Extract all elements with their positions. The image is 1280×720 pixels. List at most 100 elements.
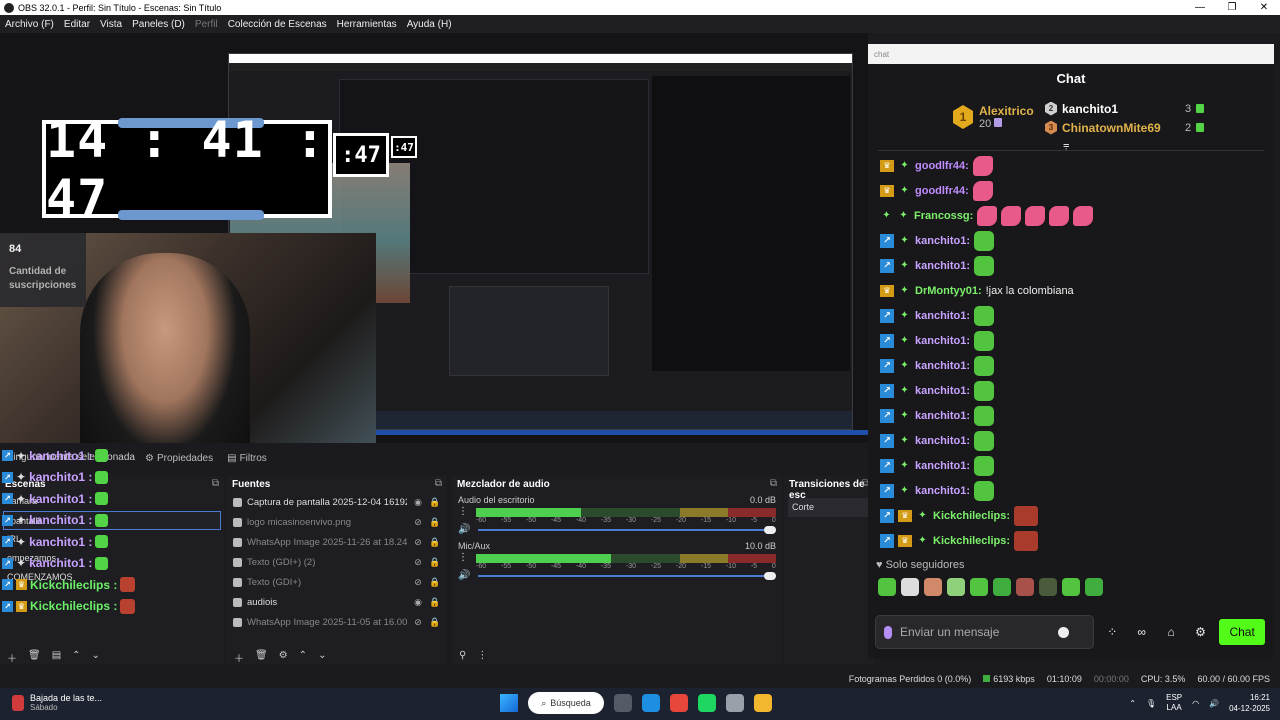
maximize-button[interactable]: ❐ [1216, 0, 1248, 15]
chrome-icon[interactable] [670, 694, 688, 712]
minimize-button[interactable]: — [1184, 0, 1216, 15]
source-item[interactable]: Captura de pantalla 2025-12-04 161927 ◉ 🔒 [227, 492, 447, 512]
emoji-icon[interactable] [1058, 626, 1069, 638]
chat-username[interactable]: kanchito1: [915, 335, 970, 347]
chat-username[interactable]: Francossg: [914, 210, 973, 222]
emote-picker-icon[interactable] [878, 578, 896, 596]
chat-username[interactable]: Kickchileclips: [933, 535, 1010, 547]
speaker-icon[interactable]: 🔊 [458, 570, 470, 581]
chat-username[interactable]: kanchito1: [915, 235, 970, 247]
eye-off-icon[interactable]: ⊘ [412, 577, 424, 588]
source-item[interactable]: logo micasinoenvivo.png ⊘ 🔒 [227, 512, 447, 532]
taskbar-search[interactable]: ⌕ Búsqueda [528, 692, 604, 714]
emote-picker-icon[interactable] [901, 578, 919, 596]
volume-slider[interactable] [478, 571, 776, 581]
slider-knob[interactable] [764, 571, 776, 580]
chevron-up-icon[interactable]: ⌃ [1129, 699, 1136, 708]
lock-icon[interactable]: 🔒 [429, 557, 441, 568]
obs-taskbar-icon[interactable] [726, 694, 744, 712]
menu-docks[interactable]: Paneles (D) [132, 19, 185, 30]
close-button[interactable]: ✕ [1248, 0, 1280, 15]
source-item[interactable]: WhatsApp Image 2025-11-05 at 16.00.3 ⊘ 🔒 [227, 612, 447, 632]
chat-username[interactable]: kanchito1: [915, 310, 970, 322]
emote-picker-icon[interactable] [947, 578, 965, 596]
more-icon[interactable]: ⋮ [458, 506, 468, 517]
eye-off-icon[interactable]: ⊘ [412, 517, 424, 528]
eye-off-icon[interactable]: ⊘ [412, 617, 424, 628]
chat-username[interactable]: goodlfr44: [915, 185, 969, 197]
eye-off-icon[interactable]: ⊘ [412, 537, 424, 548]
more-icon[interactable]: ⋮ [458, 552, 468, 563]
add-icon[interactable]: ＋ [7, 650, 17, 665]
task-view-icon[interactable] [614, 694, 632, 712]
eye-off-icon[interactable]: ⊘ [412, 557, 424, 568]
source-item[interactable]: Texto (GDI+) (2) ⊘ 🔒 [227, 552, 447, 572]
infinity-icon[interactable]: ∞ [1131, 625, 1152, 639]
menu-help[interactable]: Ayuda (H) [407, 19, 452, 30]
move-down-icon[interactable]: ⌄ [318, 650, 326, 662]
microphone-icon[interactable] [884, 625, 892, 639]
speaker-icon[interactable]: 🔊 [458, 524, 470, 535]
gear-icon[interactable]: ⚙ [1190, 625, 1211, 639]
edge-icon[interactable] [642, 694, 660, 712]
menu-tools[interactable]: Herramientas [337, 19, 397, 30]
lock-icon[interactable]: 🔒 [429, 517, 441, 528]
chat-message-input[interactable] [900, 625, 1050, 639]
collapse-icon[interactable]: ⩦ [1063, 139, 1069, 152]
emote-picker-icon[interactable] [1062, 578, 1080, 596]
weather-widget[interactable]: Bajada de las te... Sábado [12, 693, 102, 712]
emote-picker-icon[interactable] [970, 578, 988, 596]
chat-username[interactable]: goodlfr44: [915, 160, 969, 172]
eye-icon[interactable]: ◉ [412, 597, 424, 608]
dock-undock-icon[interactable]: ⧉ [435, 478, 442, 489]
eye-icon[interactable]: ◉ [412, 497, 424, 508]
menu-view[interactable]: Vista [100, 19, 122, 30]
send-chat-button[interactable]: Chat [1219, 619, 1266, 645]
wifi-icon[interactable]: ◠ [1192, 699, 1199, 708]
lock-icon[interactable]: 🔒 [429, 617, 441, 628]
chat-username[interactable]: kanchito1: [915, 410, 970, 422]
chat-username[interactable]: DrMontyy01: [915, 285, 982, 297]
language-indicator[interactable]: ESP LAA [1166, 693, 1182, 713]
spotify-icon[interactable] [698, 694, 716, 712]
add-icon[interactable]: ＋ [234, 650, 244, 665]
emote-picker-icon[interactable] [924, 578, 942, 596]
filters-tab[interactable]: ▤ Filtros [227, 450, 267, 466]
chat-username[interactable]: kanchito1: [915, 435, 970, 447]
trash-icon[interactable]: 🗑 [28, 650, 41, 662]
slider-knob[interactable] [764, 525, 776, 534]
preview-canvas[interactable]: 14 : 41 : 47 :47 :47 84 Cantidad de susc… [0, 33, 868, 443]
chat-username[interactable]: kanchito1: [915, 460, 970, 472]
emote-picker-icon[interactable] [1039, 578, 1057, 596]
chat-username[interactable]: kanchito1: [915, 485, 970, 497]
menu-profile[interactable]: Perfil [195, 19, 218, 30]
emote-picker-icon[interactable] [993, 578, 1011, 596]
chat-username[interactable]: Kickchileclips: [933, 510, 1010, 522]
taskbar-clock[interactable]: 16:21 04-12-2025 [1229, 692, 1270, 714]
link-icon[interactable]: ⚲ [459, 650, 466, 662]
lock-icon[interactable]: 🔒 [429, 597, 441, 608]
users-icon[interactable]: ⁘ [1102, 625, 1123, 639]
chat-username[interactable]: kanchito1: [915, 260, 970, 272]
move-down-icon[interactable]: ⌄ [92, 650, 100, 662]
volume-icon[interactable]: 🔊 [1209, 699, 1219, 708]
lock-icon[interactable]: 🔒 [429, 537, 441, 548]
emote-picker-icon[interactable] [1016, 578, 1034, 596]
gear-icon[interactable]: ⚙ [279, 650, 288, 662]
menu-file[interactable]: Archivo (F) [5, 19, 54, 30]
more-icon[interactable]: ⋮ [477, 650, 487, 662]
lock-icon[interactable]: 🔒 [429, 497, 441, 508]
store-icon[interactable]: ⌂ [1160, 625, 1181, 639]
windows-start-icon[interactable] [500, 694, 518, 712]
filter-icon[interactable]: ▤ [52, 650, 61, 662]
menu-edit[interactable]: Editar [64, 19, 90, 30]
mic-tray-icon[interactable]: 🎙 [1146, 699, 1156, 708]
dock-undock-icon[interactable]: ⧉ [770, 478, 777, 489]
emote-picker-icon[interactable] [1085, 578, 1103, 596]
move-up-icon[interactable]: ⌃ [72, 650, 80, 662]
source-item[interactable]: audiois ◉ 🔒 [227, 592, 447, 612]
lock-icon[interactable]: 🔒 [429, 577, 441, 588]
menu-scene-collection[interactable]: Colección de Escenas [228, 19, 327, 30]
source-item[interactable]: Texto (GDI+) ⊘ 🔒 [227, 572, 447, 592]
chat-username[interactable]: kanchito1: [915, 385, 970, 397]
